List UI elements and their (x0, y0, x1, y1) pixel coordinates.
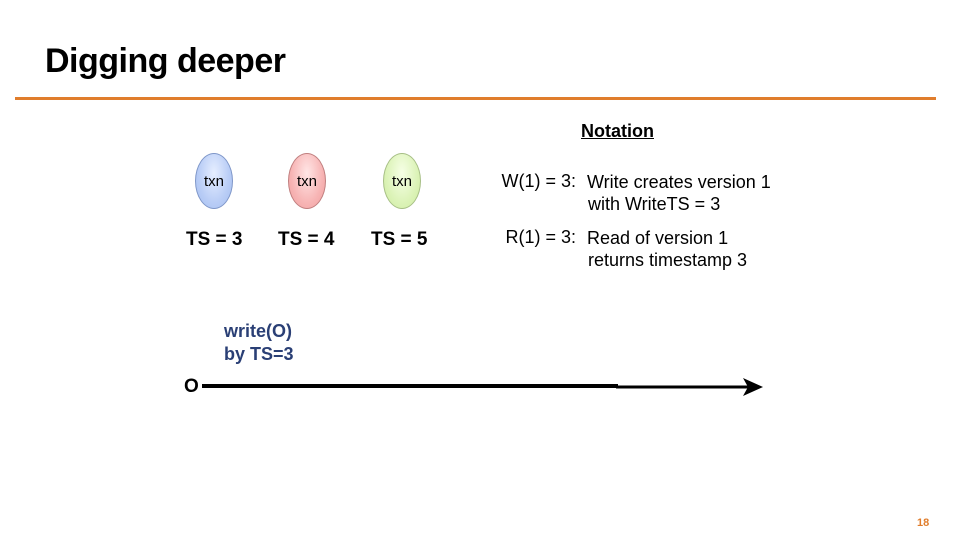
page-number: 18 (917, 517, 930, 529)
timeline-svg (202, 378, 763, 396)
